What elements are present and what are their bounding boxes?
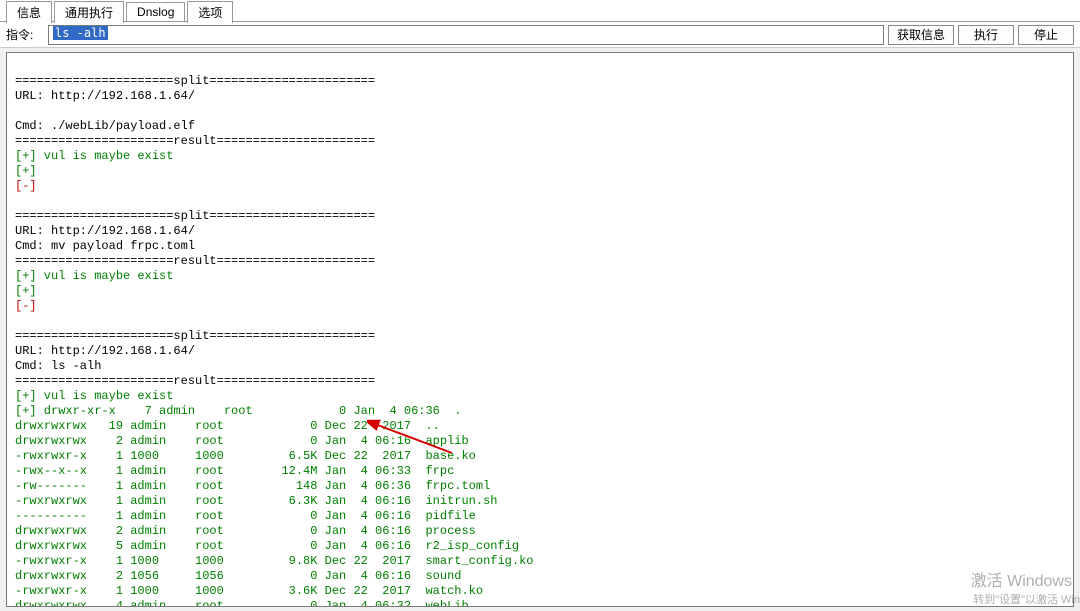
tab-options[interactable]: 选项: [187, 1, 233, 23]
watermark-line2: 转到"设置"以激活 Win: [973, 591, 1080, 607]
command-input[interactable]: ls -alh: [48, 25, 884, 45]
watermark-line1: 激活 Windows: [971, 567, 1072, 591]
stop-button[interactable]: 停止: [1018, 25, 1074, 45]
tab-general-exec[interactable]: 通用执行: [54, 1, 124, 23]
output-pane[interactable]: ======================split=============…: [6, 52, 1074, 607]
tab-info[interactable]: 信息: [6, 1, 52, 23]
get-info-button[interactable]: 获取信息: [888, 25, 954, 45]
command-label: 指令:: [6, 26, 44, 43]
tab-bar: 信息 通用执行 Dnslog 选项: [0, 0, 1080, 22]
execute-button[interactable]: 执行: [958, 25, 1014, 45]
command-bar: 指令: ls -alh 获取信息 执行 停止: [0, 22, 1080, 48]
tab-dnslog[interactable]: Dnslog: [126, 2, 185, 21]
